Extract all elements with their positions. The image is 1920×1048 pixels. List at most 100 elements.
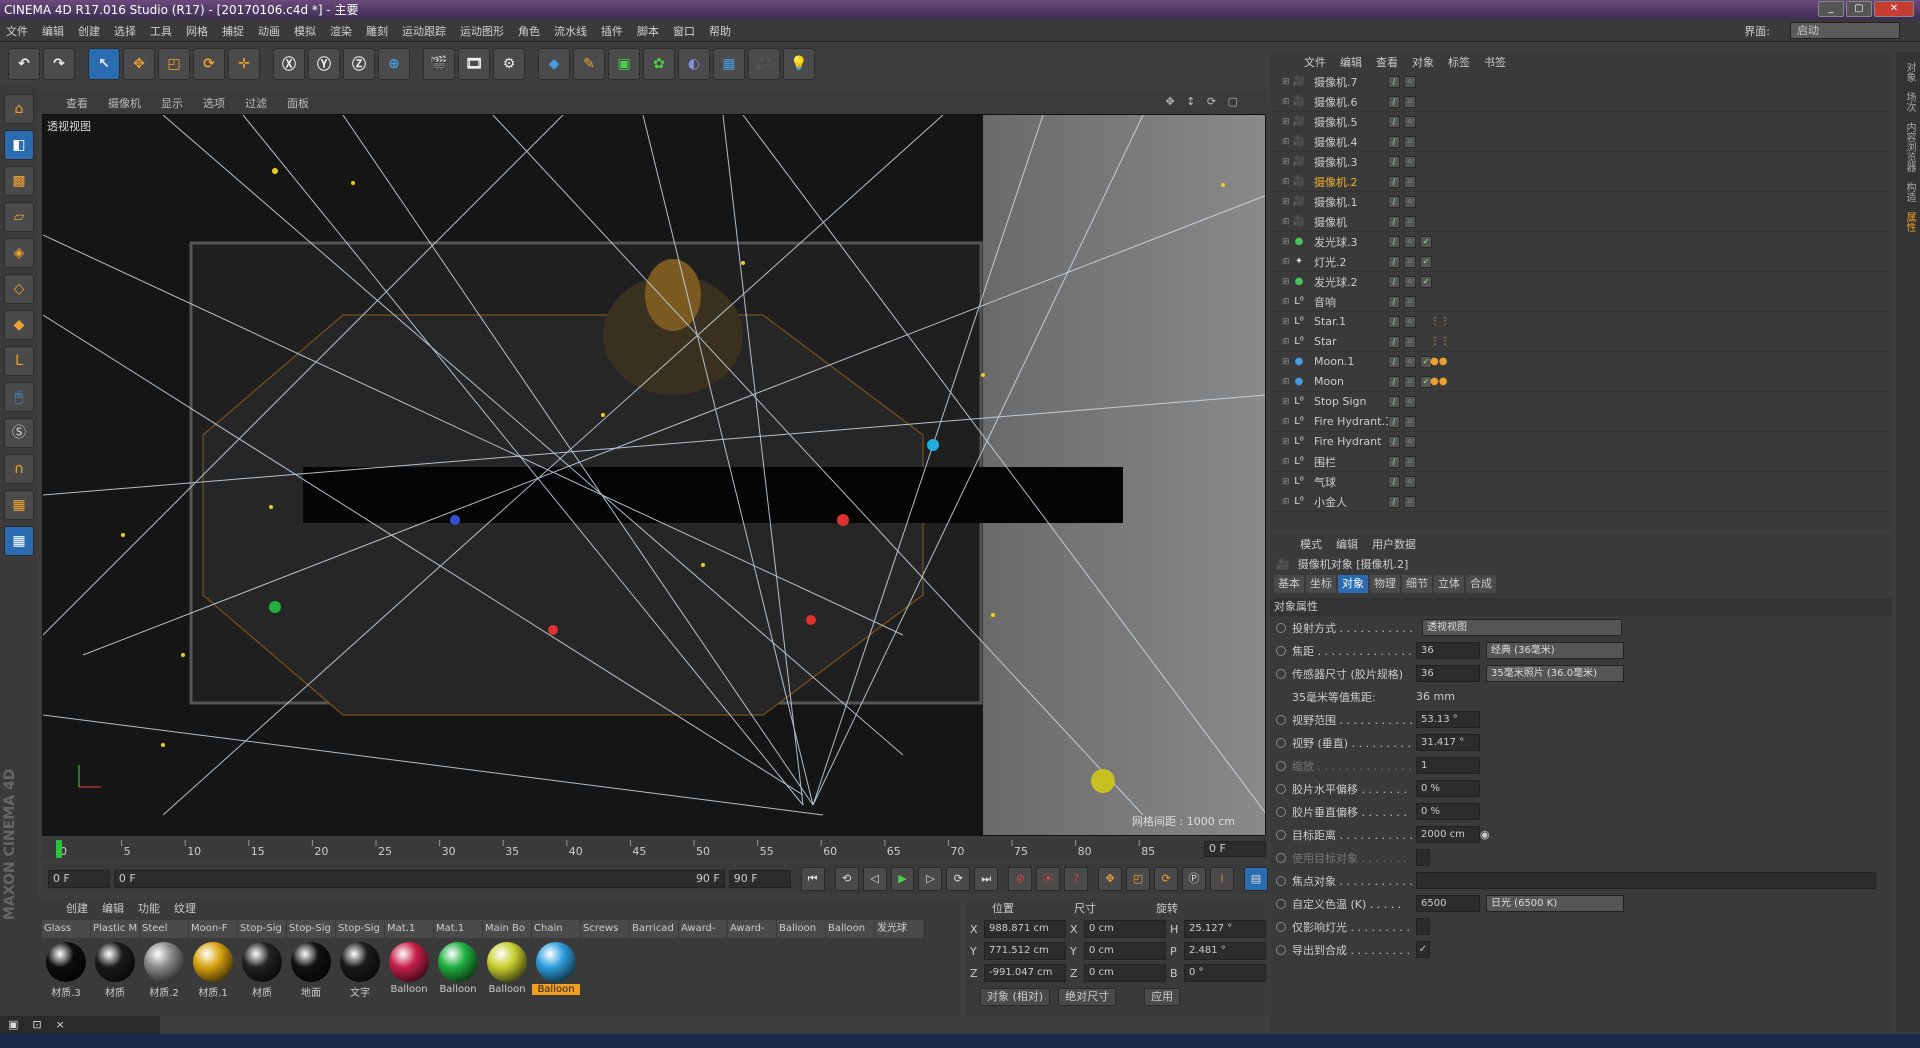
attr-input[interactable]: 0 % [1416, 780, 1480, 797]
expand-icon[interactable]: ⊞ [1282, 97, 1292, 107]
viewport-menu-item[interactable]: 选项 [203, 95, 225, 111]
autokey-icon[interactable]: ⦿ [1036, 867, 1061, 891]
animate-dot-icon[interactable] [1276, 898, 1286, 909]
expand-icon[interactable]: ⊞ [1282, 257, 1292, 267]
object-row[interactable]: ⊞ 🎥 摄像机.3 ∕ ⁘ [1270, 152, 1892, 172]
material-menu-item[interactable]: 功能 [138, 900, 160, 916]
menu-item[interactable]: 脚本 [637, 23, 659, 39]
material-tab[interactable]: 发光球 [875, 920, 923, 938]
attr-dropdown[interactable]: 经典 (36毫米) [1486, 642, 1624, 659]
edit-visibility-icon[interactable]: ∕ [1388, 275, 1400, 288]
attr-input[interactable]: 0 % [1416, 803, 1480, 820]
close-button[interactable]: ✕ [1874, 1, 1914, 17]
edges-mode-icon[interactable]: ◇ [4, 274, 34, 304]
edit-visibility-icon[interactable]: ∕ [1388, 95, 1400, 108]
render-settings-icon[interactable]: ⚙ [493, 48, 525, 80]
render-visibility-icon[interactable]: ⁘ [1404, 315, 1416, 328]
render-visibility-icon[interactable]: ⁘ [1404, 435, 1416, 448]
object-menu-item[interactable]: 书签 [1484, 54, 1506, 70]
menu-item[interactable]: 窗口 [673, 23, 695, 39]
menu-item[interactable]: 运动跟踪 [402, 23, 446, 39]
next-key-icon[interactable]: ⟳ [946, 867, 971, 891]
material-preview[interactable] [389, 942, 429, 982]
material-tab[interactable]: Balloon [777, 920, 825, 938]
material-preview[interactable] [95, 942, 135, 982]
expand-icon[interactable]: ⊞ [1282, 117, 1292, 127]
cloner-icon[interactable]: ✿ [643, 48, 675, 80]
object-name[interactable]: 发光球.3 [1314, 234, 1396, 250]
perspective-viewport[interactable]: 透视视图 网格间距 : 1000 cm [42, 114, 1266, 836]
material-menu-item[interactable]: 编辑 [102, 900, 124, 916]
y-axis-icon[interactable]: Ⓨ [308, 48, 340, 80]
object-row[interactable]: ⊞ 🎥 摄像机.7 ∕ ⁘ [1270, 72, 1892, 92]
material-item[interactable]: Balloon [434, 942, 482, 1004]
expand-icon[interactable]: ⊞ [1282, 337, 1292, 347]
key-position-icon[interactable]: ✥ [1098, 867, 1123, 891]
object-name[interactable]: 围栏 [1314, 454, 1396, 470]
material-item[interactable]: 地面 [287, 942, 335, 1004]
edit-visibility-icon[interactable]: ∕ [1388, 475, 1400, 488]
menu-item[interactable]: 流水线 [554, 23, 587, 39]
edit-visibility-icon[interactable]: ∕ [1388, 235, 1400, 248]
render-visibility-icon[interactable]: ⁘ [1404, 495, 1416, 508]
enabled-check-icon[interactable]: ✓ [1420, 255, 1432, 268]
material-preview[interactable] [242, 942, 282, 982]
viewport-menu-item[interactable]: 查看 [66, 95, 88, 111]
material-tab[interactable]: Glass [42, 920, 90, 938]
edit-visibility-icon[interactable]: ∕ [1388, 175, 1400, 188]
material-tab[interactable]: Award- [728, 920, 776, 938]
material-item[interactable]: Balloon [385, 942, 433, 1004]
size-mode-select[interactable]: 绝对尺寸 [1058, 988, 1117, 1006]
coord-pos-field[interactable]: -991.047 cm [984, 964, 1066, 982]
animate-dot-icon[interactable] [1276, 921, 1286, 932]
object-menu-item[interactable]: 编辑 [1340, 54, 1362, 70]
render-visibility-icon[interactable]: ⁘ [1404, 295, 1416, 308]
menu-item[interactable]: 雕刻 [366, 23, 388, 39]
material-preview[interactable] [536, 942, 576, 982]
key-rotation-icon[interactable]: ⟳ [1154, 867, 1179, 891]
snap-icon[interactable]: ∩ [4, 454, 34, 484]
points-mode-icon[interactable]: ◈ [4, 238, 34, 268]
object-name[interactable]: 摄像机.4 [1314, 134, 1396, 150]
apply-button[interactable]: 应用 [1144, 988, 1181, 1006]
object-row[interactable]: ⊞ L⁰ Stop Sign ∕ ⁘ [1270, 392, 1892, 412]
edit-visibility-icon[interactable]: ∕ [1388, 415, 1400, 428]
expand-icon[interactable]: ⊞ [1282, 457, 1292, 467]
animate-dot-icon[interactable] [1276, 714, 1286, 725]
menu-item[interactable]: 网格 [186, 23, 208, 39]
keyframe-selection-icon[interactable]: ? [1064, 867, 1089, 891]
render-visibility-icon[interactable]: ⁘ [1404, 395, 1416, 408]
floor-icon[interactable]: ▦ [713, 48, 745, 80]
object-name[interactable]: 发光球.2 [1314, 274, 1396, 290]
animate-dot-icon[interactable] [1276, 622, 1286, 633]
render-visibility-icon[interactable]: ⁘ [1404, 175, 1416, 188]
maximize-button[interactable]: ▢ [1846, 1, 1872, 17]
render-visibility-icon[interactable]: ⁘ [1404, 135, 1416, 148]
select-arrow-icon[interactable]: ↖ [88, 48, 120, 80]
object-name[interactable]: 摄像机.3 [1314, 154, 1396, 170]
animate-dot-icon[interactable] [1276, 668, 1286, 679]
expand-icon[interactable]: ⊞ [1282, 317, 1292, 327]
object-row[interactable]: ⊞ 🎥 摄像机.1 ∕ ⁘ [1270, 192, 1892, 212]
object-name[interactable]: 摄像机.6 [1314, 94, 1396, 110]
layout-select[interactable]: 启动 [1790, 22, 1900, 39]
expand-icon[interactable]: ⊞ [1282, 397, 1292, 407]
edit-visibility-icon[interactable]: ∕ [1388, 115, 1400, 128]
key-scale-icon[interactable]: ◰ [1126, 867, 1151, 891]
render-visibility-icon[interactable]: ⁘ [1404, 95, 1416, 108]
render-visibility-icon[interactable]: ⁘ [1404, 75, 1416, 88]
edit-visibility-icon[interactable]: ∕ [1388, 195, 1400, 208]
viewport-menu-item[interactable]: 显示 [161, 95, 183, 111]
material-preview[interactable] [144, 942, 184, 982]
material-tab[interactable]: Screws [581, 920, 629, 938]
expand-icon[interactable]: ⊞ [1282, 77, 1292, 87]
animate-dot-icon[interactable] [1276, 806, 1286, 817]
timeline-window-icon[interactable]: ▤ [1243, 867, 1268, 891]
menu-item[interactable]: 角色 [518, 23, 540, 39]
material-tab[interactable]: Chain [532, 920, 580, 938]
coord-pos-field[interactable]: 771.512 cm [984, 942, 1066, 960]
axis-mode-icon[interactable]: L [4, 346, 34, 376]
object-row[interactable]: ⊞ L⁰ Star ∕ ⁘ ⋮⋮ [1270, 332, 1892, 352]
render-visibility-icon[interactable]: ⁘ [1404, 355, 1416, 368]
preview-range-slider[interactable]: 0 F 90 F [113, 870, 725, 888]
